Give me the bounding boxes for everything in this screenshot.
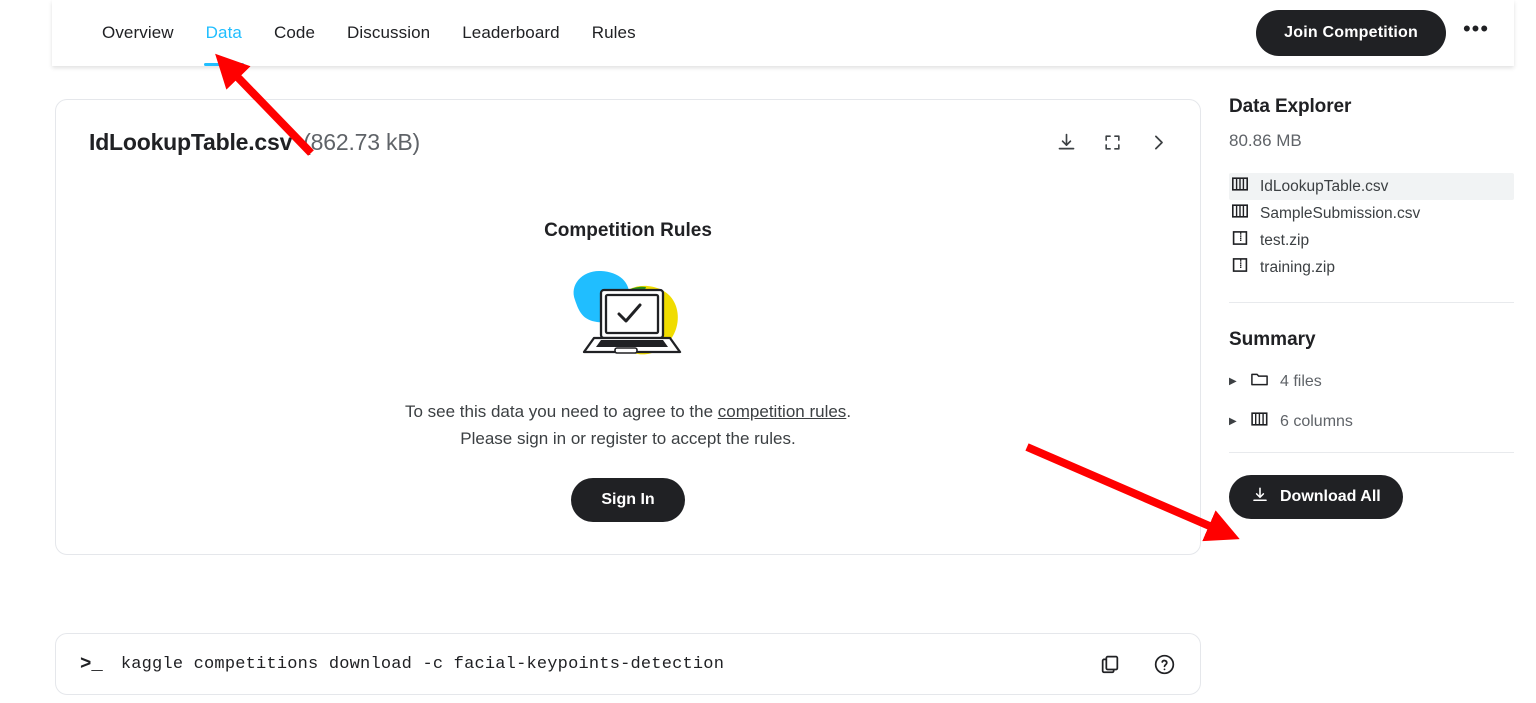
tab-data[interactable]: Data <box>190 0 258 66</box>
chevron-right-icon: ▶ <box>1229 415 1237 427</box>
table-icon <box>1251 412 1268 431</box>
competition-rules-link[interactable]: competition rules <box>718 402 847 421</box>
file-list-item-test-zip[interactable]: test.zip <box>1229 227 1514 254</box>
rules-gate-text: To see this data you need to agree to th… <box>56 398 1200 452</box>
sign-in-label: Sign In <box>601 491 655 508</box>
competition-rules-illustration <box>573 270 682 355</box>
download-icon <box>1251 486 1269 509</box>
file-preview-actions <box>1052 128 1172 156</box>
zip-archive-icon <box>1232 258 1248 277</box>
tab-discussion-label: Discussion <box>347 23 431 42</box>
join-competition-button[interactable]: Join Competition <box>1256 10 1446 56</box>
summary-item-label: 4 files <box>1280 372 1322 390</box>
tab-rules-label: Rules <box>591 23 636 42</box>
file-list-item-idlookuptable[interactable]: IdLookupTable.csv <box>1229 173 1514 200</box>
copy-icon[interactable] <box>1096 650 1124 678</box>
more-options-icon[interactable]: ••• <box>1460 17 1492 49</box>
csv-table-icon <box>1232 177 1248 196</box>
sidebar-divider-top <box>1229 302 1514 303</box>
competition-navbar: Overview Data Code Discussion Leaderboar… <box>52 0 1514 66</box>
preview-filename: IdLookupTable.csv <box>89 128 293 155</box>
rules-text-before: To see this data you need to agree to th… <box>404 402 718 421</box>
chevron-right-icon[interactable] <box>1144 128 1172 156</box>
file-list-item-samplesubmission[interactable]: SampleSubmission.csv <box>1229 200 1514 227</box>
tab-overview[interactable]: Overview <box>86 0 190 66</box>
zip-archive-icon <box>1232 231 1248 250</box>
chevron-right-icon: ▶ <box>1229 375 1237 387</box>
join-competition-label: Join Competition <box>1284 24 1418 41</box>
cli-command-actions <box>1096 650 1178 678</box>
file-list-item-label: IdLookupTable.csv <box>1260 177 1389 195</box>
navbar-actions: Join Competition ••• <box>1256 0 1492 66</box>
page-root: Overview Data Code Discussion Leaderboar… <box>0 0 1536 703</box>
summary-item-files[interactable]: ▶ 4 files <box>1229 372 1514 391</box>
tab-leaderboard[interactable]: Leaderboard <box>446 0 576 66</box>
cli-command-text[interactable]: kaggle competitions download -c facial-k… <box>121 655 724 674</box>
rules-text-after: . <box>846 402 852 421</box>
file-preview-card: IdLookupTable.csv (862.73 kB) Competitio… <box>55 99 1201 555</box>
help-icon[interactable] <box>1150 650 1178 678</box>
nav-tab-list: Overview Data Code Discussion Leaderboar… <box>52 0 652 66</box>
folder-icon <box>1251 372 1268 391</box>
file-list-item-label: test.zip <box>1260 231 1310 249</box>
summary-item-columns[interactable]: ▶ 6 columns <box>1229 412 1514 431</box>
more-options-glyph: ••• <box>1462 15 1490 41</box>
rules-text-line2: Please sign in or register to accept the… <box>460 429 796 448</box>
file-list-item-training-zip[interactable]: training.zip <box>1229 254 1514 281</box>
data-explorer-sidebar: Data Explorer 80.86 MB IdLookupTable.csv <box>1229 96 1514 519</box>
tab-data-label: Data <box>205 23 242 42</box>
file-preview-header: IdLookupTable.csv (862.73 kB) <box>89 128 1172 156</box>
preview-filesize: (862.73 kB) <box>303 128 420 155</box>
csv-table-icon <box>1232 204 1248 223</box>
tab-code-label: Code <box>273 23 316 42</box>
sign-in-button[interactable]: Sign In <box>571 478 685 522</box>
tab-discussion[interactable]: Discussion <box>331 0 446 66</box>
tab-overview-label: Overview <box>102 23 174 42</box>
tab-leaderboard-label: Leaderboard <box>462 23 560 42</box>
rules-gate-block: Competition Rules To see this data you n… <box>56 220 1200 522</box>
download-all-button[interactable]: Download All <box>1229 475 1403 519</box>
sidebar-divider-bottom <box>1229 452 1514 453</box>
summary-item-label: 6 columns <box>1280 412 1353 430</box>
fullscreen-icon[interactable] <box>1098 128 1126 156</box>
file-list: IdLookupTable.csv SampleSubmission.csv t… <box>1229 173 1514 281</box>
file-list-item-label: training.zip <box>1260 258 1335 276</box>
download-all-label: Download All <box>1280 488 1381 505</box>
rules-gate-title: Competition Rules <box>544 220 712 241</box>
tab-code[interactable]: Code <box>258 0 331 66</box>
file-list-item-label: SampleSubmission.csv <box>1260 204 1421 222</box>
download-icon[interactable] <box>1052 128 1080 156</box>
summary-title: Summary <box>1229 329 1316 350</box>
tab-rules[interactable]: Rules <box>576 0 652 66</box>
terminal-prompt-icon: >_ <box>80 653 103 675</box>
cli-command-bar: >_ kaggle competitions download -c facia… <box>55 633 1201 695</box>
data-explorer-total-size: 80.86 MB <box>1229 131 1302 150</box>
data-explorer-title: Data Explorer <box>1229 96 1352 117</box>
